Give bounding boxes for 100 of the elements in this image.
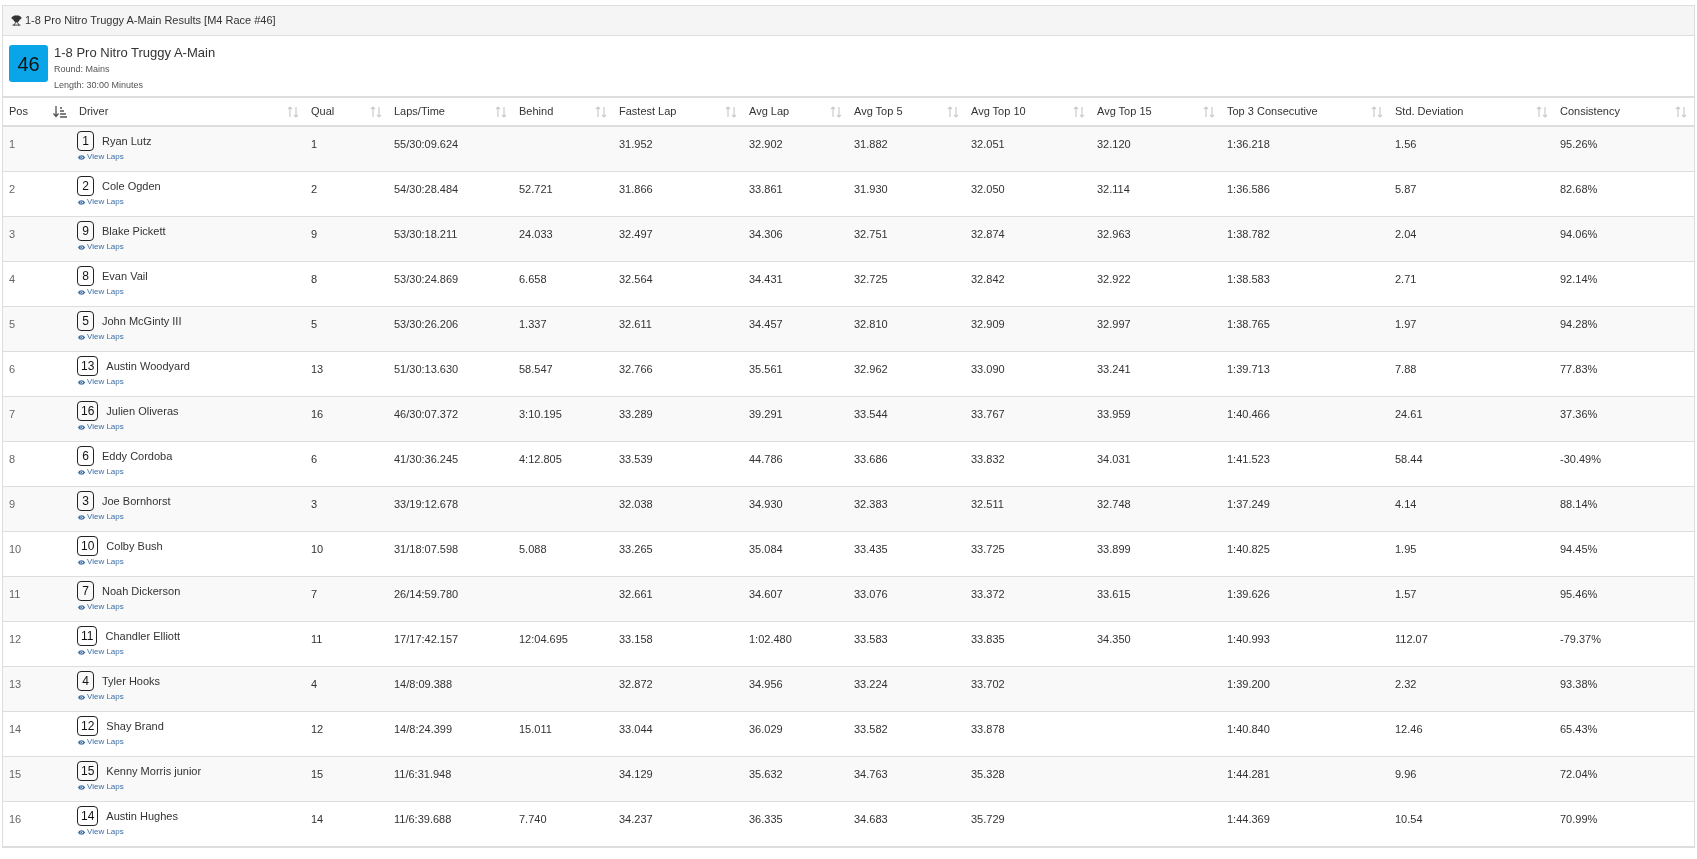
table-cell: -79.37% [1560,633,1601,645]
table-cell: 7.740 [519,813,547,825]
table-cell: 24.61 [1395,408,1423,420]
car-number: 12 [77,716,99,736]
table-cell: 32.766 [619,363,653,375]
eye-icon [77,377,86,387]
table-cell: 46/30:07.372 [394,408,459,420]
table-cell: 33.435 [854,543,888,555]
view-laps-link[interactable]: View Laps [77,511,124,523]
view-laps-link[interactable]: View Laps [77,736,124,748]
table-cell: 34.457 [749,318,783,330]
view-laps-link[interactable]: View Laps [77,466,124,478]
table-cell: 32.511 [971,498,1004,510]
column-header[interactable]: Std. Deviation [1389,98,1554,125]
table-cell: 33.767 [971,408,1005,420]
table-cell: 35.632 [749,768,783,780]
column-header[interactable]: Avg Top 5 [848,98,965,125]
table-cell: 32.751 [854,228,888,240]
table-cell: 52.721 [519,183,553,195]
table-cell: 33.861 [749,183,783,195]
table-cell: 31.930 [854,183,888,195]
view-laps-link[interactable]: View Laps [77,376,124,388]
view-laps-link[interactable]: View Laps [77,196,124,208]
column-header[interactable]: Qual [305,98,388,125]
table-cell: 17/17:42.157 [394,633,459,645]
view-laps-link[interactable]: View Laps [77,826,124,838]
view-laps-link[interactable]: View Laps [77,241,124,253]
table-cell: 1 [311,138,318,150]
table-cell: 6 [9,363,16,375]
race-number-badge: 46 [9,45,48,82]
view-laps-link[interactable]: View Laps [77,691,124,703]
table-cell: 33.702 [971,678,1005,690]
column-header[interactable]: Avg Top 10 [965,98,1091,125]
table-cell: -30.49% [1560,453,1601,465]
view-laps-link[interactable]: View Laps [77,781,124,793]
table-cell: 4 [9,273,16,285]
table-cell: 41/30:36.245 [394,453,459,465]
eye-icon [77,197,86,207]
view-laps-link[interactable]: View Laps [77,331,124,343]
table-cell: 10.54 [1395,813,1423,825]
table-cell: 2.32 [1395,678,1417,690]
column-header[interactable]: Avg Lap [743,98,848,125]
table-cell: 13 [311,363,324,375]
view-laps-link[interactable]: View Laps [77,151,124,163]
table-cell: 33.158 [619,633,653,645]
table-cell: 70.99% [1560,813,1598,825]
table-cell: 1:39.200 [1227,678,1270,690]
table-cell: 53/30:26.206 [394,318,459,330]
eye-icon [77,602,86,612]
table-cell: 1.95 [1395,543,1417,555]
view-laps-link[interactable]: View Laps [77,646,124,658]
eye-icon [77,242,86,252]
view-laps-link[interactable]: View Laps [77,556,124,568]
view-laps-link[interactable]: View Laps [77,421,124,433]
column-header[interactable]: Fastest Lap [613,98,743,125]
table-cell: 33.615 [1097,588,1131,600]
table-cell: 39.291 [749,408,783,420]
table-cell: 8 [311,273,318,285]
view-laps-link[interactable]: View Laps [77,286,124,298]
table-cell: 53/30:18.211 [394,228,458,240]
column-header[interactable]: Pos [3,98,73,125]
panel-title: 1-8 Pro Nitro Truggy A-Main Results [M4 Race #46] [25,13,276,29]
table-cell: 1:44.281 [1227,768,1270,780]
table-cell: 1:40.825 [1227,543,1270,555]
column-header[interactable]: Behind [513,98,613,125]
car-number: 1 [77,131,94,151]
table-cell: 12 [311,723,324,735]
column-header[interactable]: Consistency [1554,98,1693,125]
table-cell: 33.582 [854,723,888,735]
table-cell: 1:39.713 [1227,363,1270,375]
eye-icon [77,422,86,432]
car-number: 10 [77,536,99,556]
table-cell: 92.14% [1560,273,1598,285]
table-cell: 2.71 [1395,273,1417,285]
table-cell: 1.97 [1395,318,1417,330]
table-cell: 1 [9,138,16,150]
column-header[interactable]: Top 3 Consecutive [1221,98,1389,125]
column-header[interactable]: Avg Top 15 [1091,98,1221,125]
eye-icon [77,647,86,657]
driver-name: Blake Pickett [102,223,166,239]
table-cell: 34.129 [619,768,653,780]
table-cell: 1:40.840 [1227,723,1270,735]
table-cell: 2 [9,183,16,195]
table-cell: 35.328 [971,768,1005,780]
view-laps-link[interactable]: View Laps [77,601,124,613]
table-cell: 15 [311,768,324,780]
table-cell: 58.547 [519,363,553,375]
column-header[interactable]: Driver [73,98,305,125]
table-cell: 88.14% [1560,498,1598,510]
column-header[interactable]: Laps/Time [388,98,513,125]
table-cell: 6.658 [519,273,547,285]
table-cell: 51/30:13.630 [394,363,459,375]
table-cell: 44.786 [749,453,783,465]
table-cell: 1:38.583 [1227,273,1270,285]
table-cell: 1:38.782 [1227,228,1270,240]
driver-name: Kenny Morris junior [106,763,202,779]
table-cell: 33.044 [619,723,653,735]
table-cell: 94.06% [1560,228,1598,240]
table-cell: 2.04 [1395,228,1417,240]
table-cell: 10 [9,543,22,555]
